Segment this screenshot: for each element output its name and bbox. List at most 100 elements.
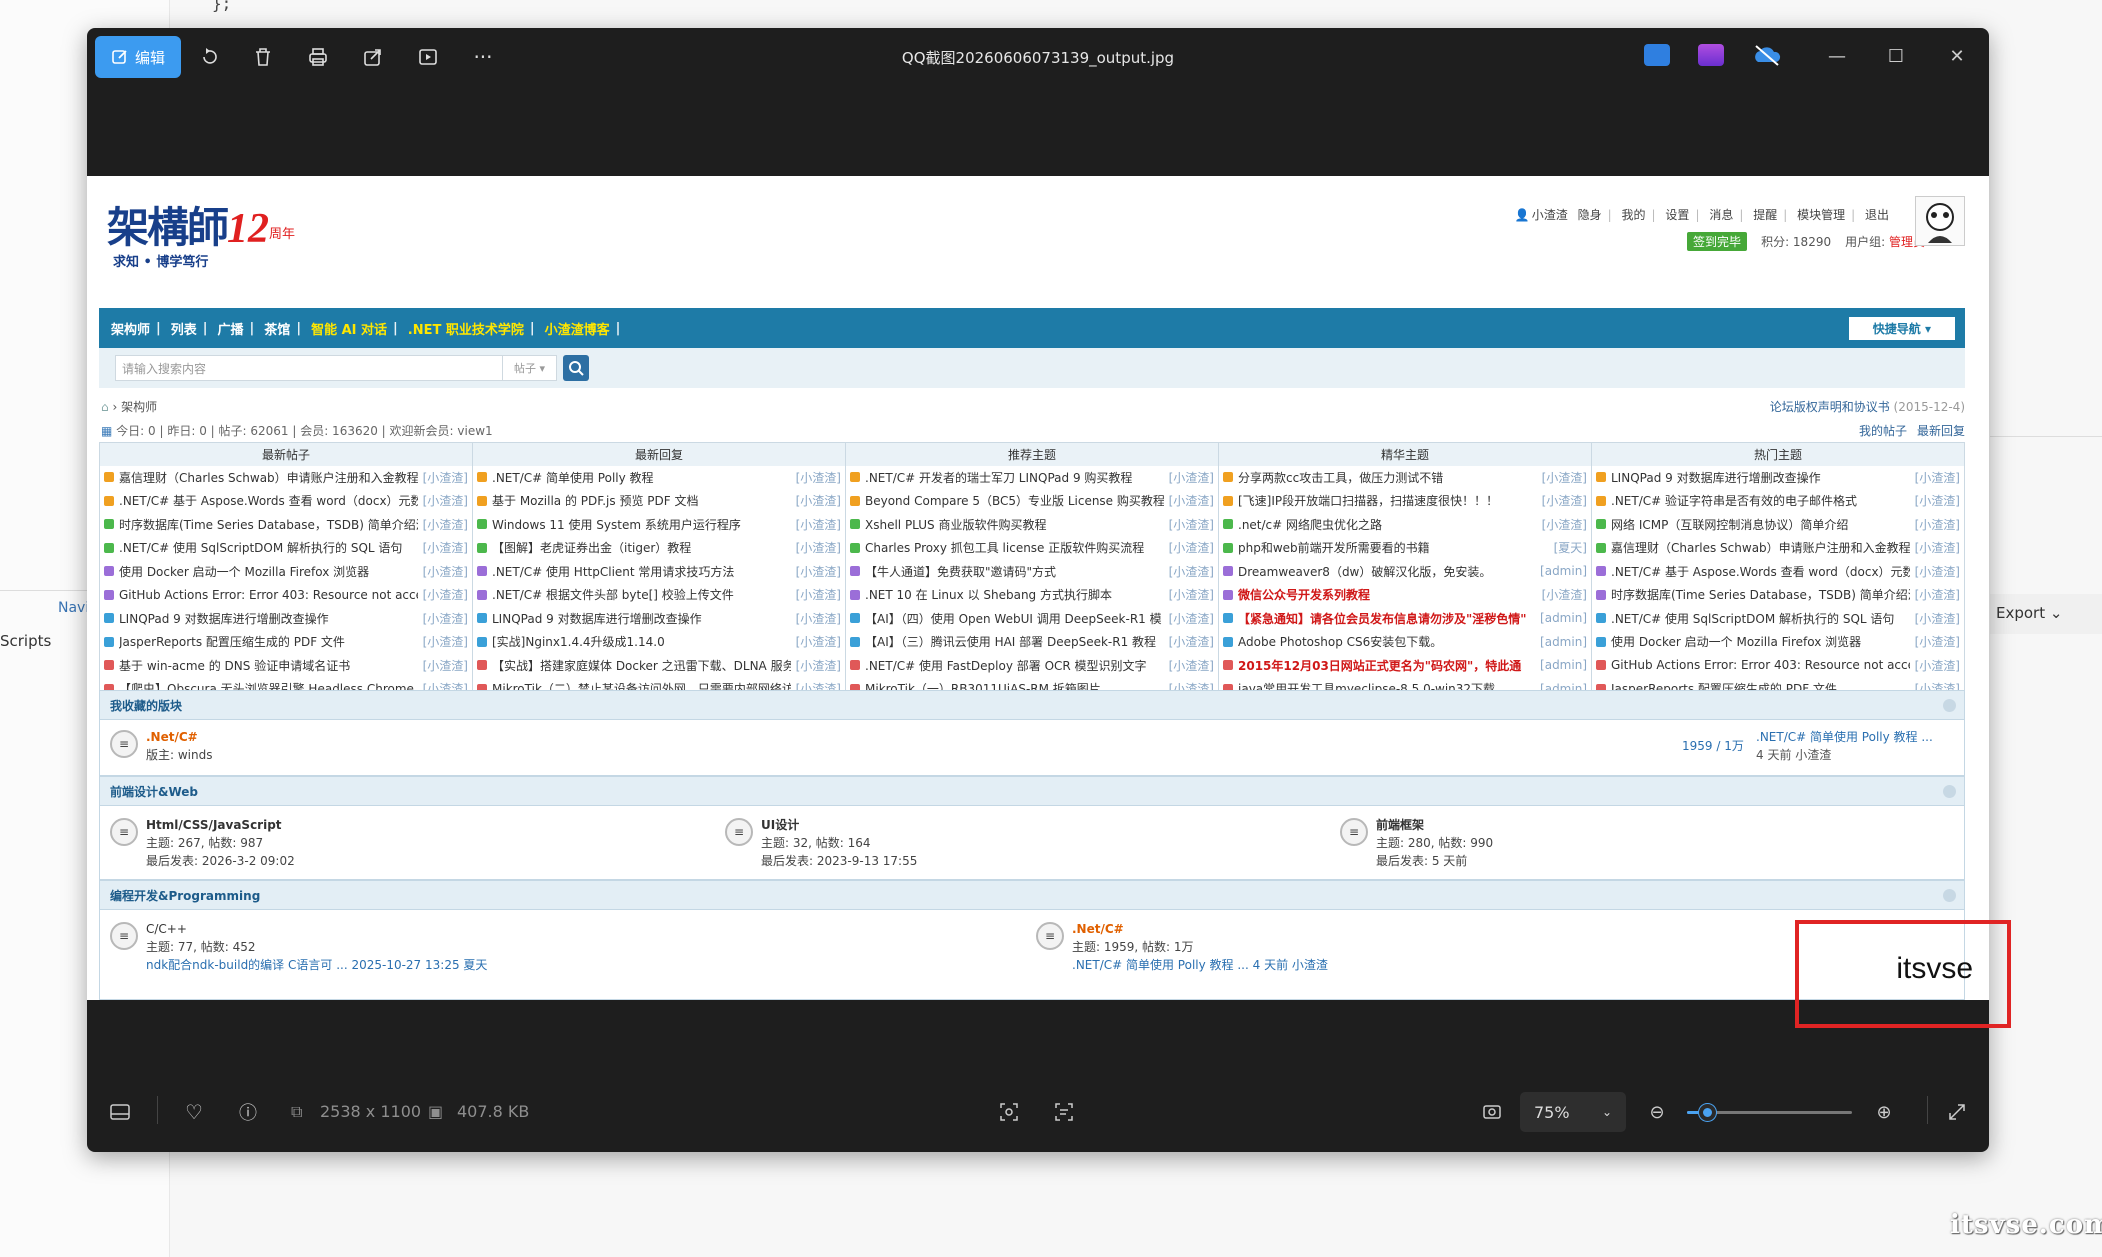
topic-author-link[interactable]: [小渣渣]	[1915, 469, 1960, 486]
quick-nav-button[interactable]: 快捷导航 ▾	[1848, 317, 1955, 340]
forum-entry[interactable]: ≡ Html/CSS/JavaScript 主题: 267, 帖数: 987 最后发…	[110, 816, 295, 870]
forum-name[interactable]: UI设计	[761, 816, 917, 834]
topic-title-link[interactable]: 2015年12月03日网站正式更名为"码农网"，特此通	[1238, 657, 1535, 674]
topic-title-link[interactable]: .NET/C# 使用 SqlScriptDOM 解析执行的 SQL 语句	[1611, 610, 1910, 627]
topic-author-link[interactable]: [小渣渣]	[1169, 610, 1214, 627]
background-export-dropdown[interactable]: Export ⌄	[1996, 604, 2062, 622]
collapse-icon[interactable]	[1943, 785, 1956, 798]
topic-author-link[interactable]: [小渣渣]	[423, 492, 468, 509]
topic-author-link[interactable]: [小渣渣]	[423, 657, 468, 674]
zoom-slider[interactable]	[1687, 1104, 1852, 1121]
topic-author-link[interactable]: [小渣渣]	[1915, 563, 1960, 580]
avatar[interactable]	[1915, 196, 1965, 246]
topic-title-link[interactable]: php和web前端开发所需要看的书籍	[1238, 539, 1549, 556]
topic-author-link[interactable]: [admin]	[1540, 658, 1587, 672]
topic-title-link[interactable]: 【实战】搭建家庭媒体 Docker 之迅雷下载、DLNA 服务	[492, 657, 791, 674]
notice-link[interactable]: 论坛版权声明和协议书	[1770, 400, 1890, 414]
topic-title-link[interactable]: Windows 11 使用 System 系统用户运行程序	[492, 516, 791, 533]
topic-title-link[interactable]: [实战]Nginx1.4.4升级成1.14.0	[492, 633, 791, 650]
nav-item-home[interactable]: 架构师	[111, 319, 150, 338]
topic-title-link[interactable]: .net/c# 网络爬虫优化之路	[1238, 516, 1537, 533]
topic-title-link[interactable]: 嘉信理财（Charles Schwab）申请账户注册和入金教程	[119, 469, 418, 486]
topic-author-link[interactable]: [小渣渣]	[796, 586, 841, 603]
topic-title-link[interactable]: Adobe Photoshop CS6安装包下载。	[1238, 633, 1535, 650]
topic-title-link[interactable]: LINQPad 9 对数据库进行增删改查操作	[119, 610, 418, 627]
favorite-icon[interactable]: ♡	[179, 1096, 209, 1128]
topic-title-link[interactable]: 微信公众号开发系列教程	[1238, 586, 1537, 603]
topic-title-link[interactable]: 分享两款cc攻击工具，做压力测试不错	[1238, 469, 1537, 486]
nav-item-broadcast[interactable]: 广播	[218, 319, 244, 338]
topic-author-link[interactable]: [小渣渣]	[423, 586, 468, 603]
topic-author-link[interactable]: [小渣渣]	[796, 657, 841, 674]
visual-search-icon[interactable]	[994, 1096, 1024, 1128]
topic-author-link[interactable]: [小渣渣]	[796, 492, 841, 509]
topic-author-link[interactable]: [小渣渣]	[1169, 563, 1214, 580]
topic-author-link[interactable]: [小渣渣]	[1915, 516, 1960, 533]
topic-author-link[interactable]: [admin]	[1540, 564, 1587, 578]
forum-last[interactable]: ndk配合ndk-build的编译 C语言可 ... 2025-10-27 13…	[146, 956, 487, 974]
forum-last-post[interactable]: .NET/C# 简单使用 Polly 教程 ...	[1756, 728, 1933, 746]
section-header-favorites[interactable]: 我收藏的版块	[99, 690, 1965, 720]
topic-author-link[interactable]: [小渣渣]	[423, 516, 468, 533]
topic-author-link[interactable]: [小渣渣]	[1169, 633, 1214, 650]
forum-entry[interactable]: ≡ .Net/C# 版主: winds	[110, 728, 212, 764]
topic-author-link[interactable]: [小渣渣]	[1169, 657, 1214, 674]
site-logo[interactable]: 架構師12周年 求知 • 博学笃行	[107, 194, 295, 270]
topic-title-link[interactable]: 网络 ICMP（互联网控制消息协议）简单介绍	[1611, 516, 1910, 533]
topic-author-link[interactable]: [小渣渣]	[1542, 516, 1587, 533]
topic-author-link[interactable]: [小渣渣]	[1915, 539, 1960, 556]
topic-author-link[interactable]: [admin]	[1540, 635, 1587, 649]
topic-author-link[interactable]: [小渣渣]	[1915, 586, 1960, 603]
topic-title-link[interactable]: .NET/C# 使用 SqlScriptDOM 解析执行的 SQL 语句	[119, 539, 418, 556]
user-link-invisible[interactable]: 隐身	[1578, 208, 1602, 222]
topic-title-link[interactable]: .NET/C# 简单使用 Polly 教程	[492, 469, 791, 486]
zoom-select[interactable]: 75% ⌄	[1520, 1092, 1626, 1132]
topic-title-link[interactable]: 【AI】（三）腾讯云使用 HAI 部署 DeepSeek-R1 教程	[865, 633, 1164, 650]
topic-title-link[interactable]: Beyond Compare 5（BC5）专业版 License 购买教程	[865, 492, 1164, 509]
topic-title-link[interactable]: Charles Proxy 抓包工具 license 正版软件购买流程	[865, 539, 1164, 556]
forum-entry[interactable]: ≡ .Net/C# 主题: 1959, 帖数: 1万 .NET/C# 简单使用 Po…	[1036, 920, 1328, 974]
topic-title-link[interactable]: 使用 Docker 启动一个 Mozilla Firefox 浏览器	[119, 563, 418, 580]
topic-author-link[interactable]: [小渣渣]	[1542, 469, 1587, 486]
my-posts-link[interactable]: 我的帖子	[1859, 424, 1907, 438]
forum-name[interactable]: Html/CSS/JavaScript	[146, 816, 295, 834]
topic-author-link[interactable]: [夏天]	[1554, 539, 1587, 556]
nav-item-ai-chat[interactable]: 智能 AI 对话	[311, 319, 387, 338]
section-header-programming[interactable]: 编程开发&Programming	[99, 880, 1965, 910]
forum-entry[interactable]: ≡ UI设计 主题: 32, 帖数: 164 最后发表: 2023-9-13 17:…	[725, 816, 917, 870]
topic-title-link[interactable]: JasperReports 配置压缩生成的 PDF 文件	[119, 633, 418, 650]
topic-author-link[interactable]: [小渣渣]	[1169, 469, 1214, 486]
fullscreen-icon[interactable]	[1942, 1096, 1972, 1128]
zoom-out-icon[interactable]: ⊖	[1642, 1096, 1672, 1128]
topic-title-link[interactable]: GitHub Actions Error: Error 403: Resourc…	[1611, 658, 1910, 672]
topic-title-link[interactable]: 嘉信理财（Charles Schwab）申请账户注册和入金教程	[1611, 539, 1910, 556]
forum-name[interactable]: 前端框架	[1376, 816, 1493, 834]
topic-title-link[interactable]: 基于 Mozilla 的 PDF.js 预览 PDF 文档	[492, 492, 791, 509]
zoom-in-icon[interactable]: ⊕	[1869, 1096, 1899, 1128]
topic-title-link[interactable]: GitHub Actions Error: Error 403: Resourc…	[119, 588, 418, 602]
topic-title-link[interactable]: Dreamweaver8（dw）破解汉化版，免安装。	[1238, 563, 1535, 580]
topic-title-link[interactable]: LINQPad 9 对数据库进行增删改查操作	[492, 610, 791, 627]
user-link-logout[interactable]: 退出	[1865, 208, 1889, 222]
topic-author-link[interactable]: [小渣渣]	[1169, 586, 1214, 603]
cloud-off-icon[interactable]	[1752, 44, 1782, 66]
collapse-icon[interactable]	[1943, 699, 1956, 712]
topic-author-link[interactable]: [小渣渣]	[1169, 492, 1214, 509]
topic-title-link[interactable]: .NET/C# 基于 Aspose.Words 查看 word（docx）元数据	[1611, 563, 1910, 580]
minimize-icon[interactable]: —	[1817, 38, 1857, 74]
maximize-icon[interactable]: ☐	[1876, 38, 1916, 74]
topic-author-link[interactable]: [小渣渣]	[423, 469, 468, 486]
topic-author-link[interactable]: [小渣渣]	[1169, 516, 1214, 533]
topic-author-link[interactable]: [admin]	[1540, 611, 1587, 625]
forum-entry[interactable]: ≡ C/C++ 主题: 77, 帖数: 452 ndk配合ndk-build的编译 …	[110, 920, 487, 974]
topic-title-link[interactable]: 【牛人通道】免费获取"邀请码"方式	[865, 563, 1164, 580]
topic-author-link[interactable]: [小渣渣]	[796, 633, 841, 650]
topic-title-link[interactable]: .NET/C# 验证字符串是否有效的电子邮件格式	[1611, 492, 1910, 509]
topic-author-link[interactable]: [小渣渣]	[423, 633, 468, 650]
topic-author-link[interactable]: [小渣渣]	[423, 563, 468, 580]
home-icon[interactable]: ⌂	[101, 400, 109, 414]
username-link[interactable]: 小渣渣	[1532, 208, 1568, 222]
topic-author-link[interactable]: [小渣渣]	[1542, 492, 1587, 509]
topic-author-link[interactable]: [小渣渣]	[796, 539, 841, 556]
user-link-module-admin[interactable]: 模块管理	[1797, 208, 1845, 222]
